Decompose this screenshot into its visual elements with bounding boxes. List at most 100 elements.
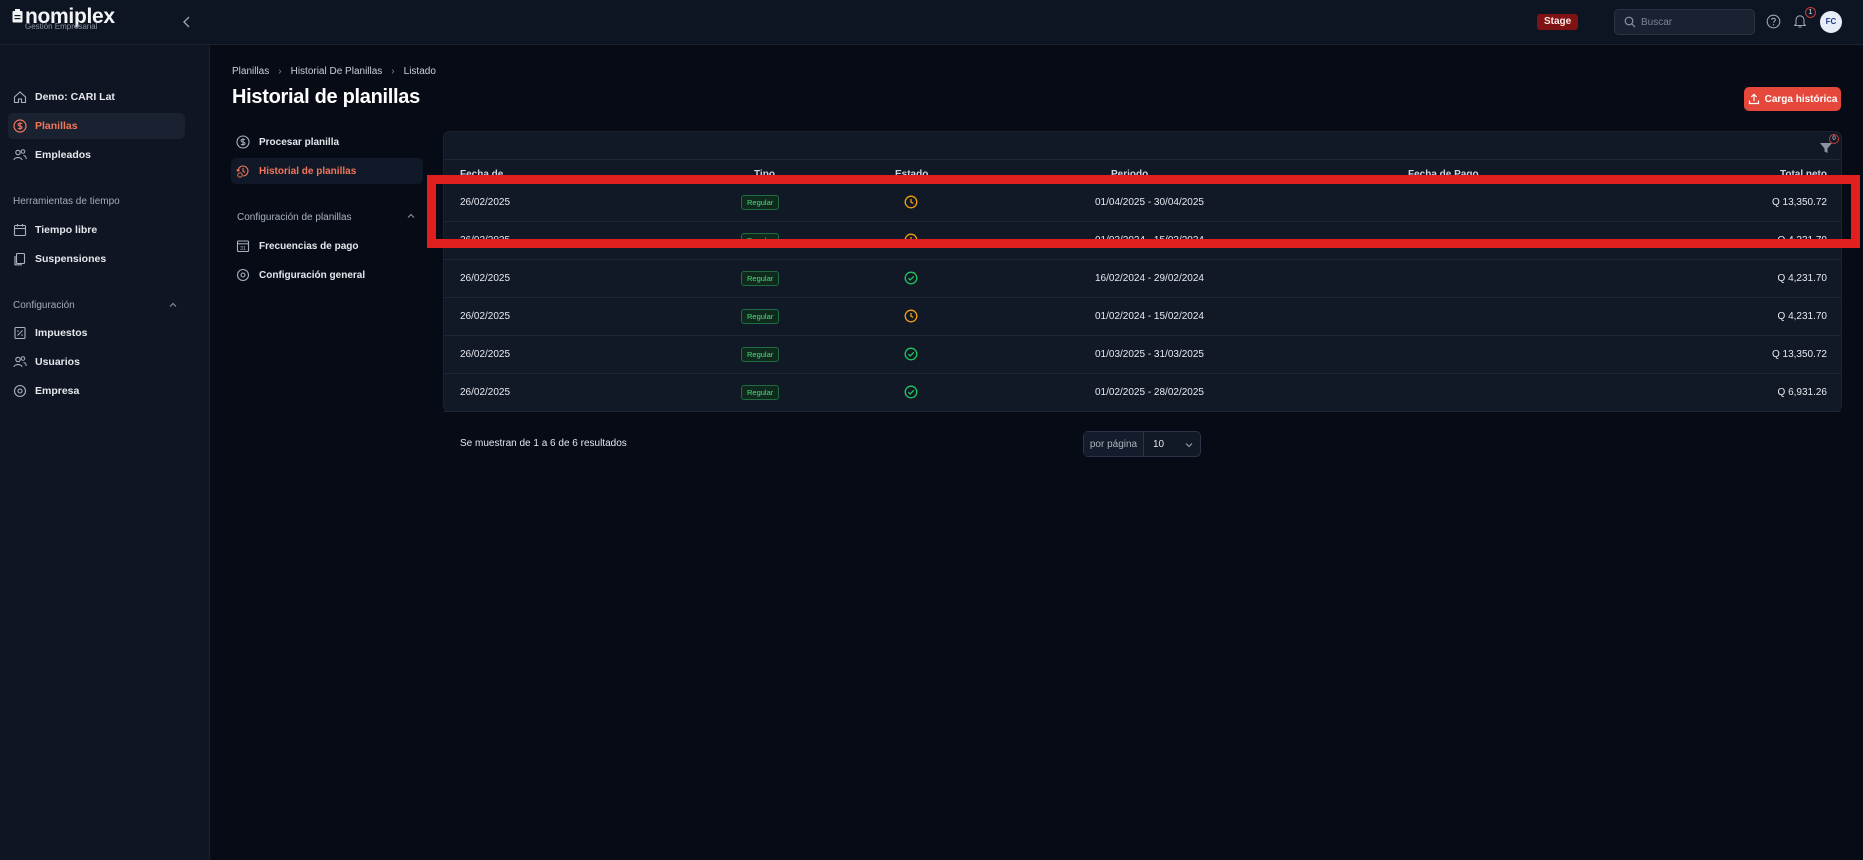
per-page-label: por página	[1084, 432, 1144, 456]
cell-periodo: 16/02/2024 - 29/02/2024	[1095, 273, 1204, 284]
sidebar-item-empresa[interactable]: Empresa	[8, 378, 185, 404]
sidebar-item-label: Usuarios	[35, 356, 80, 368]
cell-fecha: 26/02/2025	[460, 273, 511, 284]
clock-pending-icon	[904, 195, 918, 209]
sidebar-item-label: Suspensiones	[35, 253, 107, 265]
sidebar-section-time-tools: Herramientas de tiempo	[13, 196, 120, 207]
table-row[interactable]: 26/02/2025 Regular 01/04/2025 - 30/04/20…	[444, 184, 1841, 222]
collapse-sidebar-icon[interactable]	[179, 14, 195, 30]
column-header[interactable]: Tipo	[754, 169, 775, 180]
table-row[interactable]: 26/02/2025 Regular 01/02/2025 - 28/02/20…	[444, 374, 1841, 412]
column-header[interactable]: Total neto	[1780, 169, 1827, 180]
calendar-31-icon: 31	[236, 240, 250, 253]
column-header[interactable]: Periodo	[1111, 169, 1148, 180]
cell-fecha: 26/02/2025	[460, 311, 511, 322]
subnav-item-frecuencias[interactable]: 31 Frecuencias de pago	[231, 233, 423, 259]
type-badge: Regular	[741, 233, 780, 248]
sidebar-item-demo[interactable]: Demo: CARI Lat	[8, 84, 185, 110]
sidebar-item-planillas[interactable]: Planillas	[8, 113, 185, 139]
chevron-down-icon	[1185, 443, 1193, 448]
subnav-item-procesar[interactable]: Procesar planilla	[231, 129, 423, 155]
per-page-selector[interactable]: por página 10	[1083, 431, 1201, 457]
results-summary: Se muestran de 1 a 6 de 6 resultados	[460, 438, 627, 449]
table-row[interactable]: 26/02/2025 Regular 16/02/2024 - 29/02/20…	[444, 260, 1841, 298]
gear-icon	[236, 268, 250, 282]
clock-pending-icon	[904, 233, 918, 247]
search-input[interactable]	[1641, 14, 1749, 30]
environment-badge: Stage	[1537, 14, 1579, 30]
sidebar-item-label: Tiempo libre	[35, 224, 98, 236]
sidebar-item-suspensiones[interactable]: Suspensiones	[8, 246, 185, 272]
subnav-item-label: Configuración general	[259, 269, 366, 281]
chevron-up-icon[interactable]	[168, 300, 178, 310]
upload-icon	[1748, 93, 1759, 105]
subnav-section-title: Configuración de planillas	[237, 212, 352, 223]
check-circle-icon	[904, 385, 918, 399]
gear-icon	[13, 384, 27, 398]
cell-periodo: 01/03/2025 - 31/03/2025	[1095, 349, 1204, 360]
search-icon	[1624, 16, 1636, 28]
table-header: Fecha de ... Tipo Estado Periodo Fecha d…	[444, 159, 1841, 184]
type-badge: Regular	[741, 195, 780, 210]
home-icon	[13, 91, 27, 104]
users-icon	[13, 356, 27, 368]
chevron-up-icon[interactable]	[406, 211, 416, 221]
tax-icon	[14, 326, 26, 340]
dollar-circle-icon	[13, 119, 27, 133]
table-row[interactable]: 26/02/2025 Regular 01/02/2024 - 15/02/20…	[444, 298, 1841, 336]
check-circle-icon	[904, 347, 918, 361]
payroll-history-table: 0 Fecha de ... Tipo Estado Periodo Fecha…	[443, 131, 1842, 449]
breadcrumb-item[interactable]: Planillas	[232, 66, 269, 77]
calendar-icon	[13, 224, 27, 237]
cell-fecha: 26/02/2025	[460, 197, 511, 208]
column-header[interactable]: Estado	[895, 169, 928, 180]
table-row[interactable]: 26/02/2025 Regular 01/03/2025 - 31/03/20…	[444, 336, 1841, 374]
cell-fecha: 26/02/2025	[460, 235, 511, 246]
clock-pending-icon	[904, 309, 918, 323]
table-row[interactable]: 26/02/2025 Regular 01/03/2024 - 15/03/20…	[444, 222, 1841, 260]
type-badge: Regular	[741, 309, 780, 324]
sidebar-item-tiempo-libre[interactable]: Tiempo libre	[8, 217, 185, 243]
cell-total: Q 13,350.72	[1771, 197, 1827, 208]
type-badge: Regular	[741, 271, 780, 286]
cell-total: Q 4,231.70	[1777, 311, 1827, 322]
column-header[interactable]: Fecha de ...	[460, 169, 514, 180]
subnav-item-label: Frecuencias de pago	[259, 240, 359, 252]
breadcrumb-item-current: Listado	[403, 66, 436, 77]
sidebar-item-label: Empleados	[35, 149, 92, 161]
column-header[interactable]: Fecha de Pago	[1408, 169, 1479, 180]
breadcrumb-item[interactable]: Historial De Planillas	[291, 66, 383, 77]
subnav-item-label: Procesar planilla	[259, 136, 340, 148]
help-icon[interactable]	[1766, 14, 1781, 29]
type-badge: Regular	[741, 385, 780, 400]
cell-periodo: 01/02/2025 - 28/02/2025	[1095, 387, 1204, 398]
cell-periodo: 01/02/2024 - 15/02/2024	[1095, 311, 1204, 322]
subnav-item-configuracion-general[interactable]: Configuración general	[231, 262, 423, 288]
sidebar-section-configuracion: Configuración	[13, 300, 75, 311]
search-box[interactable]	[1614, 9, 1755, 35]
subnav-item-historial[interactable]: Historial de planillas	[231, 158, 423, 184]
historical-upload-label: Carga histórica	[1764, 93, 1838, 105]
cell-fecha: 26/02/2025	[460, 387, 511, 398]
main-content: Planillas › Historial De Planillas › Lis…	[211, 45, 1863, 860]
sidebar-item-impuestos[interactable]: Impuestos	[8, 320, 185, 346]
sidebar-item-label: Planillas	[35, 120, 78, 132]
type-badge: Regular	[741, 347, 780, 362]
svg-text:31: 31	[240, 246, 246, 252]
cell-fecha: 26/02/2025	[460, 349, 511, 360]
sidebar-item-usuarios[interactable]: Usuarios	[8, 349, 185, 375]
check-circle-icon	[904, 271, 918, 285]
per-page-value: 10	[1153, 438, 1165, 450]
cell-periodo: 01/03/2024 - 15/03/2024	[1095, 235, 1204, 246]
cell-periodo: 01/04/2025 - 30/04/2025	[1095, 197, 1204, 208]
sidebar-item-label: Impuestos	[35, 327, 88, 339]
sidebar-item-empleados[interactable]: Empleados	[8, 142, 185, 168]
app-tagline: Gestión Empresarial	[25, 22, 98, 31]
user-avatar[interactable]: FC	[1820, 11, 1842, 33]
historical-upload-button[interactable]: Carga histórica	[1744, 87, 1841, 111]
notification-count-badge: 1	[1805, 7, 1816, 18]
cell-total: Q 6,931.26	[1777, 387, 1827, 398]
logo-mark-icon	[12, 9, 23, 23]
filter-count-badge: 0	[1829, 134, 1839, 144]
document-copy-icon	[14, 252, 26, 266]
